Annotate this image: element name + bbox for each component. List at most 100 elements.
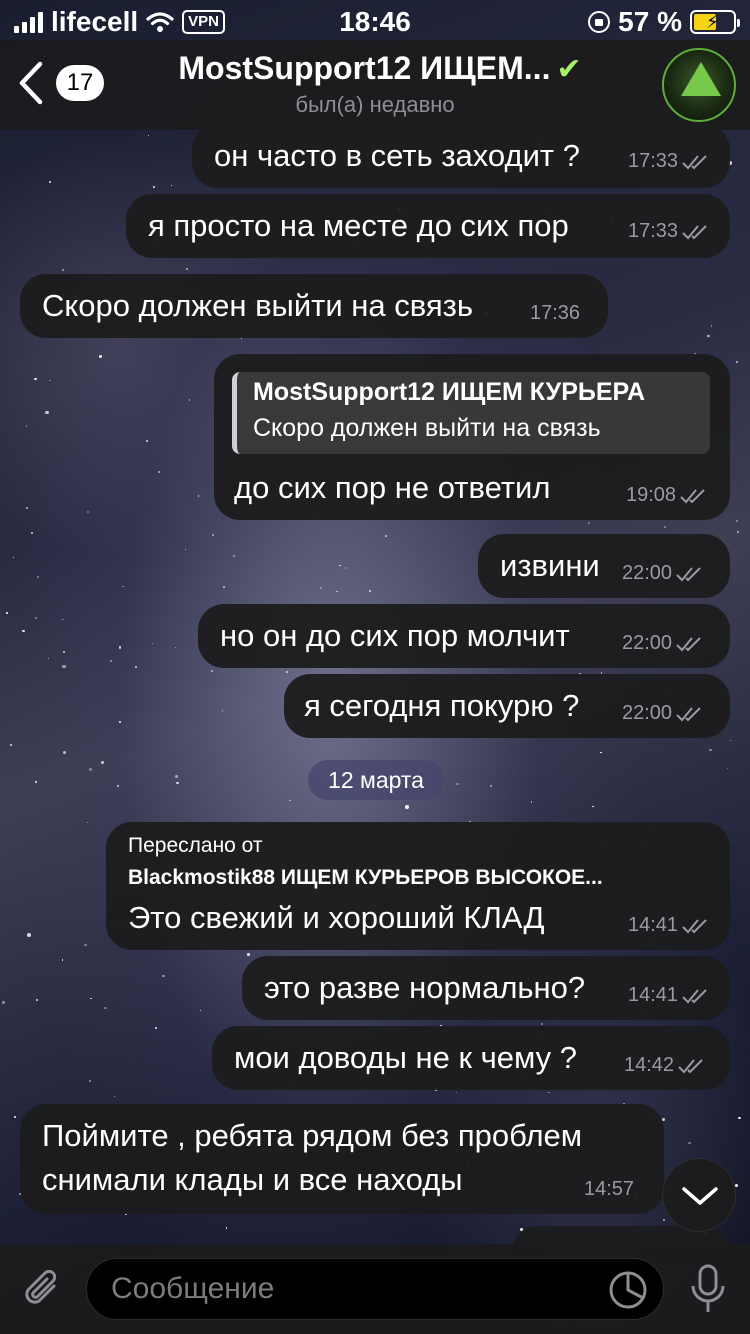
message-outgoing[interactable]: мои доводы не к чему ? 14:42: [212, 1026, 730, 1090]
message-outgoing[interactable]: я сегодня покурю ? 22:00: [284, 674, 730, 738]
star-dot: [90, 997, 93, 1000]
forwarded-from[interactable]: Blackmostik88 ИЩЕМ КУРЬЕРОВ ВЫСОКОЕ...: [128, 866, 712, 890]
star-dot: [286, 670, 289, 674]
star-dot: [121, 585, 124, 588]
double-check-icon: [682, 154, 707, 169]
star-dot: [36, 999, 39, 1002]
verified-check-icon: ✔: [556, 53, 582, 86]
microphone-icon[interactable]: [688, 1262, 728, 1316]
attach-paperclip-icon[interactable]: [20, 1266, 66, 1312]
star-dot: [2, 1001, 5, 1004]
star-dot: [738, 1117, 741, 1120]
star-dot: [174, 774, 179, 779]
message-text-line2: снимали клады и все находы: [42, 1162, 463, 1197]
message-meta: 17:36: [530, 302, 580, 325]
message-incoming[interactable]: Скоро должен выйти на связь 17:36: [20, 274, 608, 338]
message-meta: 22:00: [622, 702, 702, 725]
star-dot: [34, 378, 37, 381]
star-dot: [225, 1227, 227, 1229]
message-outgoing[interactable]: извини 22:00: [478, 534, 730, 598]
back-button[interactable]: 17: [12, 58, 104, 108]
message-text: это разве нормально?: [264, 970, 586, 1005]
reply-author: MostSupport12 ИЩЕМ КУРЬЕРА: [253, 378, 646, 406]
orientation-lock-icon: [588, 11, 611, 33]
star-dot: [592, 805, 594, 808]
star-dot: [541, 1023, 544, 1026]
star-dot: [89, 767, 93, 771]
star-dot: [663, 1218, 666, 1221]
star-dot: [5, 611, 8, 614]
star-dot: [119, 646, 122, 649]
star-dot: [709, 748, 712, 752]
message-text: до сих пор не ответил: [234, 470, 551, 505]
message-text: он часто в сеть заходит ?: [214, 138, 580, 173]
message-outgoing-reply[interactable]: MostSupport12 ИЩЕМ КУРЬЕРА Скоро должен …: [214, 354, 730, 520]
message-text: но он до сих пор молчит: [220, 618, 570, 653]
status-bar: lifecell VPN 18:46 57 % ⚡: [0, 0, 750, 40]
chat-title-text: MostSupport12 ИЩЕМ...: [178, 50, 551, 86]
message-input[interactable]: [86, 1258, 664, 1320]
star-dot: [600, 751, 602, 754]
last-seen-status: был(а) недавно: [295, 92, 455, 117]
star-dot: [726, 767, 729, 770]
double-check-icon: [678, 1058, 703, 1073]
star-dot: [47, 657, 50, 660]
star-dot: [34, 617, 38, 620]
message-incoming[interactable]: Поймите , ребята рядом без проблем снима…: [20, 1104, 664, 1214]
star-dot: [197, 495, 200, 497]
star-dot: [456, 783, 459, 786]
star-dot: [146, 440, 148, 442]
scroll-to-bottom-button[interactable]: [662, 1158, 736, 1232]
double-check-icon: [682, 224, 707, 239]
star-dot: [98, 355, 102, 359]
message-outgoing[interactable]: он часто в сеть заходит ? 17:33: [192, 124, 730, 188]
star-dot: [62, 269, 65, 271]
star-dot: [548, 1091, 550, 1094]
message-time: 14:41: [628, 984, 679, 1006]
star-dot: [736, 520, 738, 522]
message-forwarded[interactable]: Переслано от Blackmostik88 ИЩЕМ КУРЬЕРОВ…: [106, 822, 730, 950]
message-outgoing[interactable]: я просто на месте до сих пор 17:33: [126, 194, 730, 258]
star-dot: [211, 533, 214, 536]
message-meta: 14:41: [628, 984, 708, 1007]
star-dot: [62, 651, 65, 654]
star-dot: [344, 567, 347, 569]
star-dot: [162, 974, 165, 978]
star-dot: [233, 555, 235, 557]
message-time: 17:33: [628, 150, 679, 172]
chat-title[interactable]: MostSupport12 ИЩЕМ... ✔: [170, 50, 590, 87]
message-outgoing[interactable]: это разве нормально? 14:41: [242, 956, 730, 1020]
star-dot: [155, 1027, 157, 1029]
star-dot: [134, 665, 138, 669]
sticker-icon[interactable]: [608, 1270, 648, 1310]
message-time: 19:08: [626, 484, 677, 506]
avatar[interactable]: [662, 48, 736, 122]
star-dot: [247, 953, 250, 957]
message-composer: [0, 1244, 750, 1334]
star-dot: [174, 646, 176, 648]
star-dot: [147, 134, 150, 137]
star-dot: [62, 618, 64, 621]
star-dot: [185, 268, 188, 270]
star-dot: [9, 744, 12, 747]
star-dot: [319, 587, 322, 589]
message-text: Это свежий и хороший КЛАД: [128, 900, 545, 935]
unread-count-badge: 17: [56, 65, 104, 101]
message-text: мои доводы не к чему ?: [234, 1040, 578, 1075]
star-dot: [663, 525, 667, 529]
star-dot: [26, 932, 31, 937]
star-dot: [199, 1009, 202, 1012]
message-text: Скоро должен выйти на связь: [42, 288, 474, 323]
double-check-icon: [680, 488, 705, 503]
star-dot: [152, 642, 154, 644]
message-outgoing[interactable]: но он до сих пор молчит 22:00: [198, 604, 730, 668]
reply-quote[interactable]: MostSupport12 ИЩЕМ КУРЬЕРА Скоро должен …: [232, 372, 710, 454]
star-dot: [153, 186, 155, 188]
star-dot: [114, 1095, 116, 1097]
star-dot: [83, 943, 87, 947]
forwarded-label: Переслано от: [128, 834, 263, 857]
star-dot: [707, 334, 710, 337]
star-dot: [14, 1116, 16, 1118]
message-meta: 14:42: [624, 1054, 704, 1077]
message-text-line1: Поймите , ребята рядом без проблем: [42, 1118, 583, 1153]
